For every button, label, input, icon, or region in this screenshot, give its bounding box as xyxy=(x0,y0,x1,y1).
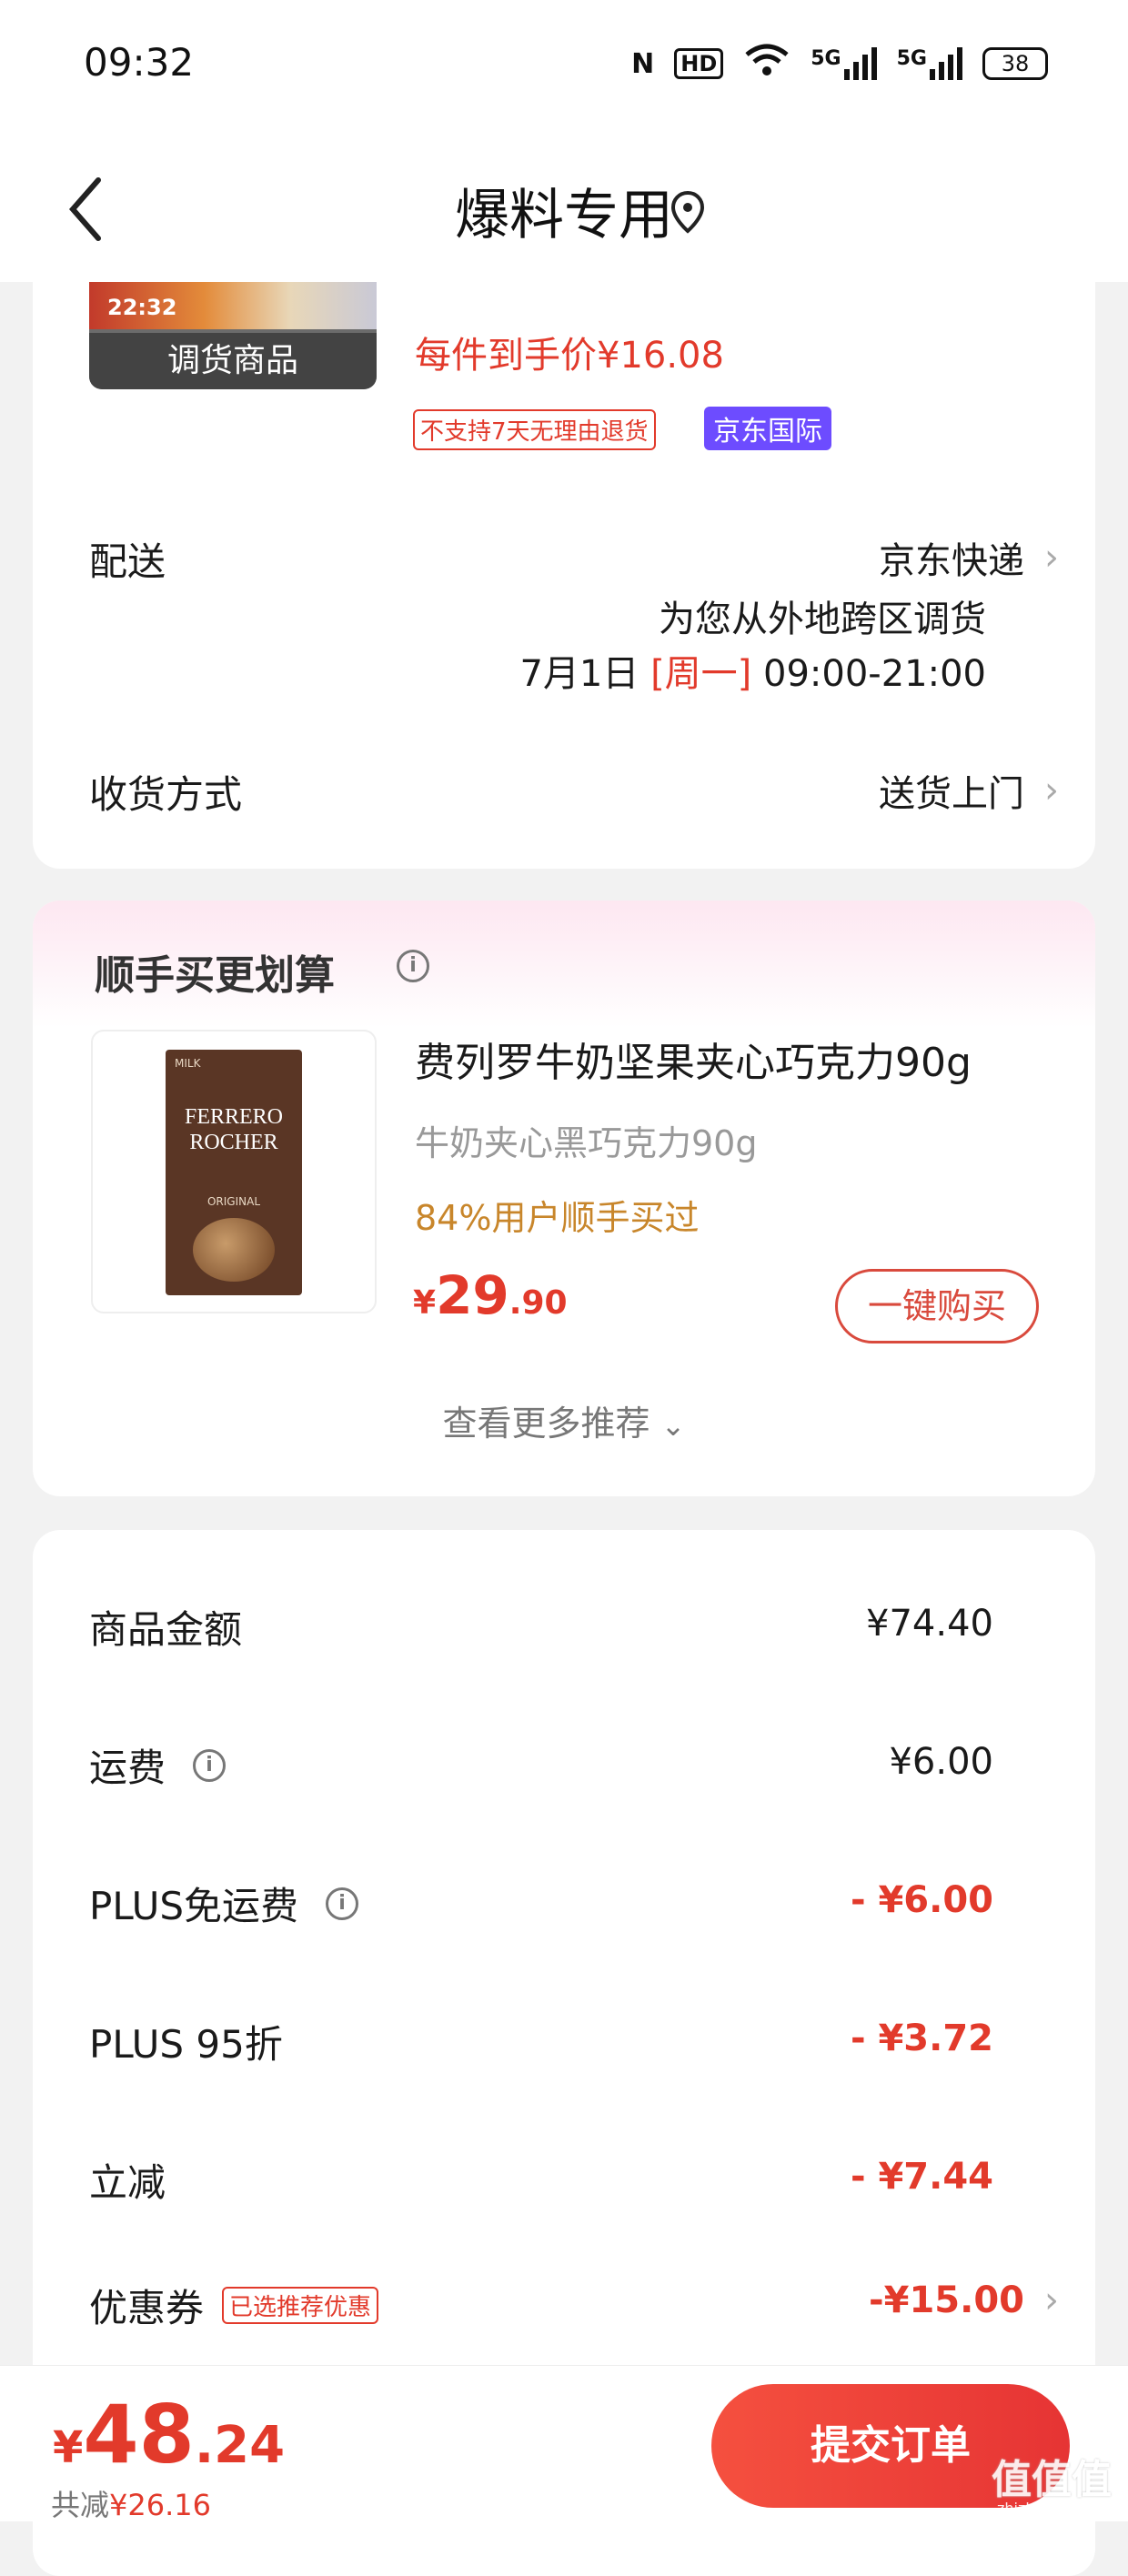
product-thumbnail[interactable]: 22:32 调货商品 xyxy=(89,282,377,389)
coupon-value-row[interactable]: -¥15.00 › xyxy=(869,2279,1059,2321)
goods-amount-label: 商品金额 xyxy=(89,1607,243,1652)
price-symbol: ¥ xyxy=(413,1284,437,1322)
total-price: ¥48.24 xyxy=(53,2388,285,2481)
location-pin-icon[interactable] xyxy=(670,189,706,235)
no-return-tag: 不支持7天无理由退货 xyxy=(413,409,656,450)
page-title: 爆料专用 xyxy=(455,184,673,247)
instant-discount-label: 立减 xyxy=(89,2160,166,2205)
final-unit-price: 每件到手价¥16.08 xyxy=(415,335,724,377)
transfer-goods-label: 调货商品 xyxy=(89,333,377,389)
signal-icon: 5G xyxy=(811,47,877,80)
plus-free-shipping-row: PLUS免运费 i xyxy=(89,1876,359,1931)
box-brand-text: FERRERO ROCHER xyxy=(184,1105,284,1154)
instant-discount-value: - ¥7.44 xyxy=(850,2156,993,2198)
delivery-note: 为您从外地跨区调货 xyxy=(659,599,986,640)
checkout-bar: ¥48.24 共减¥26.16 提交订单 xyxy=(0,2365,1128,2524)
network-type-2: 5G xyxy=(896,47,927,70)
receive-method-value: 送货上门 xyxy=(879,773,1024,815)
saved-value: ¥26.16 xyxy=(109,2488,211,2522)
nav-header: 爆料专用 xyxy=(0,136,1128,282)
plus-free-shipping-value: - ¥6.00 xyxy=(850,1879,993,1921)
status-icons: N HD 5G 5G 38 xyxy=(631,42,1048,86)
delivery-date: 7月1日 xyxy=(519,653,640,695)
delivery-weekday: [周一] xyxy=(650,653,752,695)
network-type: 5G xyxy=(811,47,841,70)
shipping-label: 运费 xyxy=(89,1746,166,1790)
coupon-recommend-tag: 已选推荐优惠 xyxy=(222,2287,379,2324)
shipping-row: 运费 i xyxy=(89,1737,227,1793)
recommend-title: 顺手买更划算 xyxy=(95,952,335,999)
shipping-value: ¥6.00 xyxy=(889,1741,993,1783)
signal-icon-2: 5G xyxy=(897,47,962,80)
one-click-buy-button[interactable]: 一键购买 xyxy=(835,1269,1039,1343)
delivery-carrier-row[interactable]: 京东快递 › xyxy=(879,531,1059,584)
receive-method-row[interactable]: 送货上门 › xyxy=(879,764,1059,817)
recommend-card: 顺手买更划算 i MILK FERRERO ROCHER ORIGINAL 费列… xyxy=(33,901,1095,1496)
more-recommend-label: 查看更多推荐 xyxy=(442,1404,650,1444)
info-icon[interactable]: i xyxy=(397,950,429,982)
info-icon[interactable]: i xyxy=(193,1748,227,1782)
product-image[interactable]: MILK FERRERO ROCHER ORIGINAL xyxy=(91,1030,377,1313)
product-price: ¥29.90 xyxy=(413,1264,568,1326)
box-original-text: ORIGINAL xyxy=(206,1195,261,1208)
coupon-row[interactable]: 优惠券 已选推荐优惠 xyxy=(89,2278,379,2333)
plus-discount-value: - ¥3.72 xyxy=(850,2018,993,2059)
status-bar: 09:32 N HD 5G 5G 38 xyxy=(0,0,1128,136)
total-int: 48 xyxy=(83,2388,195,2481)
order-item-card: 22:32 调货商品 每件到手价¥16.08 不支持7天无理由退货 京东国际 配… xyxy=(33,282,1095,869)
product-spec: 牛奶夹心黑巧克力90g xyxy=(415,1123,758,1163)
chevron-right-icon: › xyxy=(1044,537,1059,579)
price-int: 29 xyxy=(436,1264,509,1326)
receive-method-label: 收货方式 xyxy=(89,772,243,817)
clock: 09:32 xyxy=(84,40,195,85)
delivery-carrier: 京东快递 xyxy=(879,540,1024,582)
plus-discount-label: PLUS 95折 xyxy=(89,2022,283,2067)
battery-icon: 38 xyxy=(982,47,1048,80)
jd-international-badge: 京东国际 xyxy=(704,407,831,450)
total-saved: 共减¥26.16 xyxy=(51,2482,211,2524)
watermark-url: zhizhizhi.com xyxy=(997,2500,1096,2517)
hazelnut-image xyxy=(193,1218,275,1282)
total-symbol: ¥ xyxy=(53,2422,84,2473)
total-dec: .24 xyxy=(194,2416,286,2475)
thumbnail-time: 22:32 xyxy=(107,295,177,320)
bought-rate: 84%用户顺手买过 xyxy=(415,1198,700,1238)
coupon-value: -¥15.00 xyxy=(869,2279,1024,2321)
plus-free-shipping-label: PLUS免运费 xyxy=(89,1884,299,1928)
chocolate-box-image: MILK FERRERO ROCHER ORIGINAL xyxy=(166,1050,302,1295)
goods-amount-value: ¥74.40 xyxy=(866,1603,993,1645)
coupon-label: 优惠券 xyxy=(89,2286,205,2330)
price-dec: .90 xyxy=(509,1284,568,1322)
wifi-icon xyxy=(743,42,791,86)
delivery-label: 配送 xyxy=(89,539,166,584)
more-recommend-link[interactable]: 查看更多推荐 ⌄ xyxy=(33,1395,1095,1445)
chevron-right-icon: › xyxy=(1044,2279,1059,2321)
hd-icon: HD xyxy=(674,48,724,79)
product-name[interactable]: 费列罗牛奶坚果夹心巧克力90g xyxy=(415,1030,972,1088)
saved-label: 共减 xyxy=(51,2488,110,2522)
nfc-icon: N xyxy=(631,47,655,80)
delivery-slot[interactable]: 7月1日 [周一] 09:00-21:00 xyxy=(519,644,986,697)
box-milk-text: MILK xyxy=(175,1057,201,1070)
chevron-down-icon: ⌄ xyxy=(660,1408,686,1443)
delivery-time: 09:00-21:00 xyxy=(763,653,986,695)
chevron-right-icon: › xyxy=(1044,770,1059,811)
watermark: 值值值 xyxy=(992,2457,1112,2503)
info-icon[interactable]: i xyxy=(326,1887,359,1920)
